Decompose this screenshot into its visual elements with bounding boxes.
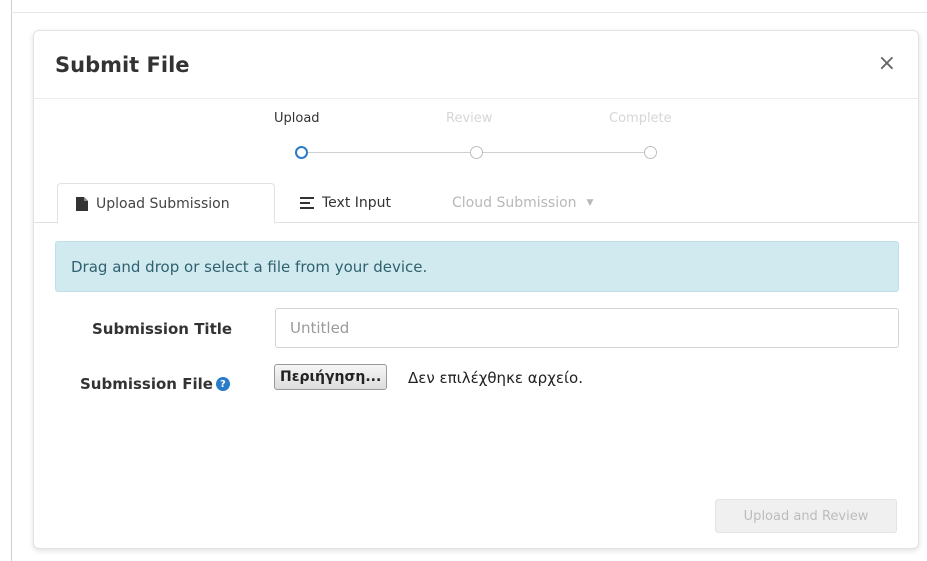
submission-tabs: Upload Submission Text Input Cloud Submi… — [34, 183, 918, 224]
tab-upload-submission[interactable]: Upload Submission — [57, 183, 275, 224]
submission-title-input[interactable] — [275, 308, 899, 348]
tab-cloud-submission[interactable]: Cloud Submission ▼ — [452, 183, 593, 223]
stepper-connector-1 — [307, 152, 471, 153]
step-review-label: Review — [446, 111, 493, 126]
submission-title-label: Submission Title — [92, 320, 233, 338]
tab-upload-submission-label: Upload Submission — [96, 195, 230, 212]
submission-file-label-row: Submission File ? — [80, 375, 230, 393]
stepper-connector-2 — [482, 152, 645, 153]
align-left-icon — [300, 197, 314, 209]
close-button[interactable]: × — [878, 53, 896, 75]
step-complete-label: Complete — [609, 111, 672, 126]
tab-cloud-submission-label: Cloud Submission — [452, 195, 577, 211]
submit-file-modal: Submit File × Upload Review Complete Upl… — [33, 30, 919, 549]
help-icon[interactable]: ? — [215, 377, 230, 391]
modal-title: Submit File — [55, 53, 190, 77]
step-upload-label: Upload — [274, 111, 320, 126]
browse-file-button[interactable]: Περιήγηση... — [274, 364, 388, 390]
tab-text-input[interactable]: Text Input — [296, 183, 391, 223]
caret-down-icon: ▼ — [586, 198, 594, 208]
page-top-border — [11, 12, 927, 13]
step-review-indicator — [470, 146, 483, 159]
modal-header: Submit File × — [34, 31, 918, 99]
file-icon — [76, 196, 88, 211]
drag-drop-alert: Drag and drop or select a file from your… — [55, 241, 899, 292]
step-upload-indicator — [295, 146, 308, 159]
page-left-border — [11, 0, 12, 561]
upload-and-review-button[interactable]: Upload and Review — [715, 499, 897, 533]
step-complete-indicator — [644, 146, 657, 159]
submission-file-label: Submission File — [80, 375, 213, 393]
file-status-text: Δεν επιλέχθηκε αρχείο. — [408, 369, 583, 387]
tab-text-input-label: Text Input — [322, 195, 392, 211]
